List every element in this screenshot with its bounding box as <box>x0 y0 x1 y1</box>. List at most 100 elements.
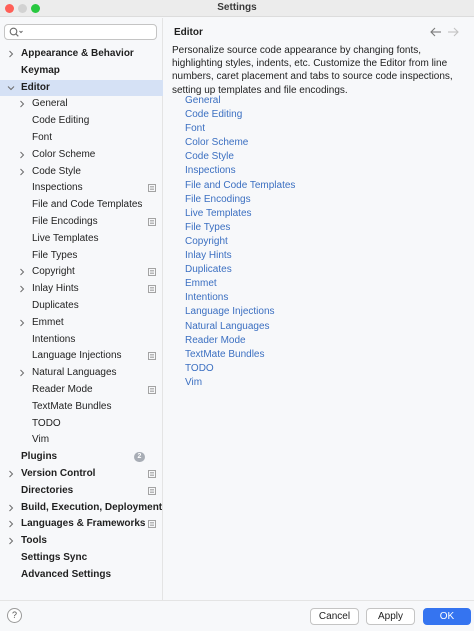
sidebar-item-code-editing[interactable]: Code Editing <box>0 113 163 130</box>
link-live-templates[interactable]: Live Templates <box>185 207 465 221</box>
chevron-right-icon[interactable] <box>18 168 26 176</box>
chevron-right-icon[interactable] <box>18 369 26 377</box>
sidebar-item-plugins[interactable]: Plugins 2 <box>0 449 163 466</box>
sidebar-item-settings-sync[interactable]: Settings Sync <box>0 550 163 567</box>
link-code-editing[interactable]: Code Editing <box>185 108 465 122</box>
sidebar-item-inspections[interactable]: Inspections <box>0 180 163 197</box>
sidebar-item-natural-languages[interactable]: Natural Languages <box>0 365 163 382</box>
sidebar-item-file-and-code-templates[interactable]: File and Code Templates <box>0 197 163 214</box>
sidebar-item-label: Directories <box>21 484 74 496</box>
sidebar-item-vim[interactable]: Vim <box>0 432 163 449</box>
sidebar-item-label: Inspections <box>32 182 83 194</box>
sidebar-item-label: Copyright <box>32 266 75 278</box>
link-file-and-code-templates[interactable]: File and Code Templates <box>185 179 465 193</box>
sidebar-item-label: Intentions <box>32 333 76 345</box>
link-textmate-bundles[interactable]: TextMate Bundles <box>185 348 465 362</box>
settings-search[interactable] <box>4 24 157 40</box>
sidebar-item-textmate-bundles[interactable]: TextMate Bundles <box>0 399 163 416</box>
link-language-injections[interactable]: Language Injections <box>185 305 465 319</box>
sidebar-item-todo[interactable]: TODO <box>0 416 163 433</box>
chevron-right-icon[interactable] <box>18 319 26 327</box>
sidebar-item-label: Build, Execution, Deployment <box>21 501 163 513</box>
sidebar-item-label: Appearance & Behavior <box>21 48 134 59</box>
chevron-right-icon[interactable] <box>7 537 15 545</box>
sidebar-item-label: Emmet <box>32 316 64 328</box>
sidebar-item-color-scheme[interactable]: Color Scheme <box>0 147 163 164</box>
sidebar-item-appearance-and-behavior[interactable]: Appearance & Behavior <box>0 46 163 63</box>
link-code-style[interactable]: Code Style <box>185 150 465 164</box>
sidebar-item-build-execution-deployment[interactable]: Build, Execution, Deployment <box>0 500 163 517</box>
update-count-badge: 2 <box>134 452 145 463</box>
sidebar-item-keymap[interactable]: Keymap <box>0 63 163 80</box>
sidebar-item-label: Live Templates <box>32 232 99 244</box>
sidebar-item-editor[interactable]: Editor <box>0 79 163 97</box>
sidebar-item-language-injections[interactable]: Language Injections <box>0 348 163 365</box>
sidebar-item-file-types[interactable]: File Types <box>0 248 163 265</box>
sidebar-item-live-templates[interactable]: Live Templates <box>0 231 163 248</box>
sidebar-item-label: Keymap <box>21 64 60 76</box>
sidebar-item-copyright[interactable]: Copyright <box>0 264 163 281</box>
sidebar-item-label: Font <box>32 131 53 143</box>
chevron-right-icon[interactable] <box>7 470 15 478</box>
chevron-right-icon[interactable] <box>7 50 15 58</box>
chevron-right-icon[interactable] <box>18 268 26 276</box>
link-copyright[interactable]: Copyright <box>185 235 465 249</box>
chevron-right-icon[interactable] <box>18 285 26 293</box>
chevron-right-icon[interactable] <box>7 520 15 528</box>
sidebar-item-label: Tools <box>21 535 47 547</box>
sidebar-item-tools[interactable]: Tools <box>0 533 163 550</box>
link-font[interactable]: Font <box>185 122 465 136</box>
link-duplicates[interactable]: Duplicates <box>185 263 465 277</box>
title-bar: Settings <box>0 0 474 17</box>
chevron-right-icon[interactable] <box>18 151 26 159</box>
sidebar-item-duplicates[interactable]: Duplicates <box>0 298 163 315</box>
link-natural-languages[interactable]: Natural Languages <box>185 320 465 334</box>
sidebar-item-label: Inlay Hints <box>32 283 79 295</box>
sidebar-item-advanced-settings[interactable]: Advanced Settings <box>0 567 163 584</box>
link-intentions[interactable]: Intentions <box>185 291 465 305</box>
sidebar-item-code-style[interactable]: Code Style <box>0 164 163 181</box>
link-vim[interactable]: Vim <box>185 376 465 390</box>
arrow-right-icon[interactable] <box>447 27 459 37</box>
link-emmet[interactable]: Emmet <box>185 277 465 291</box>
sidebar-item-general[interactable]: General <box>0 96 163 113</box>
chevron-right-icon[interactable] <box>18 100 26 108</box>
ok-button[interactable]: OK <box>423 608 471 625</box>
arrow-left-icon[interactable] <box>430 27 442 37</box>
settings-tree: Appearance & Behavior Keymap Editor General… <box>0 46 163 584</box>
link-color-scheme[interactable]: Color Scheme <box>185 136 465 150</box>
sidebar-item-label: Version Control <box>21 467 96 479</box>
window-title: Settings <box>217 2 257 13</box>
search-input[interactable] <box>24 26 154 38</box>
link-inlay-hints[interactable]: Inlay Hints <box>185 249 465 263</box>
sidebar-item-version-control[interactable]: Version Control <box>0 466 163 483</box>
chevron-right-icon[interactable] <box>7 504 15 512</box>
dialog-footer: ? Cancel Apply OK <box>0 600 474 631</box>
chevron-down-icon[interactable] <box>7 84 15 92</box>
sidebar-item-label: Settings Sync <box>21 551 88 563</box>
cancel-button[interactable]: Cancel <box>310 608 359 625</box>
link-file-encodings[interactable]: File Encodings <box>185 193 465 207</box>
sidebar-item-file-encodings[interactable]: File Encodings <box>0 214 163 231</box>
sidebar-item-label: Natural Languages <box>32 367 117 379</box>
apply-button[interactable]: Apply <box>366 608 415 625</box>
sidebar-item-reader-mode[interactable]: Reader Mode <box>0 382 163 399</box>
page-icon <box>148 385 156 394</box>
link-todo[interactable]: TODO <box>185 362 465 376</box>
help-icon[interactable]: ? <box>7 608 22 623</box>
link-reader-mode[interactable]: Reader Mode <box>185 334 465 348</box>
sidebar-item-label: Code Style <box>32 165 81 177</box>
sidebar-item-directories[interactable]: Directories <box>0 483 163 500</box>
sidebar-item-label: File Types <box>32 249 78 261</box>
link-file-types[interactable]: File Types <box>185 221 465 235</box>
sidebar-item-emmet[interactable]: Emmet <box>0 315 163 332</box>
settings-sidebar: Appearance & Behavior Keymap Editor General… <box>0 18 163 600</box>
link-inspections[interactable]: Inspections <box>185 164 465 178</box>
sidebar-item-font[interactable]: Font <box>0 130 163 147</box>
link-general[interactable]: General <box>185 94 465 108</box>
page-icon <box>148 352 156 361</box>
sidebar-item-label: TODO <box>32 417 61 429</box>
sidebar-item-inlay-hints[interactable]: Inlay Hints <box>0 281 163 298</box>
sidebar-item-intentions[interactable]: Intentions <box>0 332 163 349</box>
sidebar-item-languages-and-frameworks[interactable]: Languages & Frameworks <box>0 516 163 533</box>
